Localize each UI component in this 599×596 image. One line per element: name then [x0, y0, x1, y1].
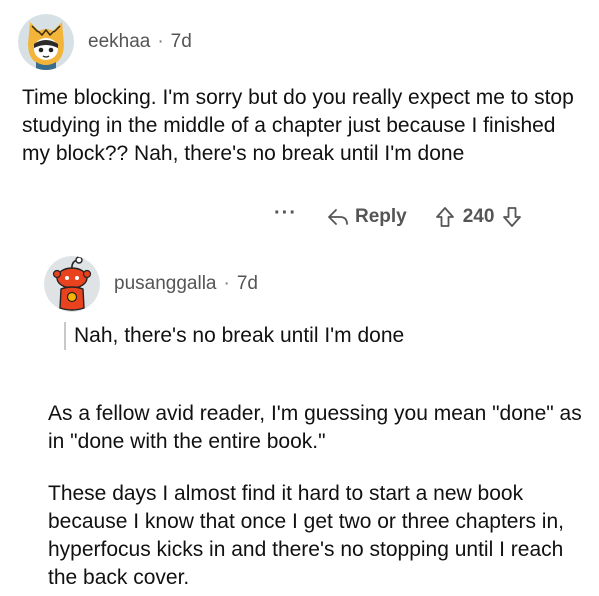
upvote-arrow-icon[interactable]	[435, 206, 455, 228]
more-options-button[interactable]: ···	[274, 203, 297, 226]
vote-controls: 240	[435, 206, 523, 228]
downvote-arrow-icon[interactable]	[502, 206, 522, 228]
reply-button[interactable]: Reply	[327, 206, 407, 228]
reply-comment-header: pusanggalla · 7d	[44, 256, 258, 312]
reply-arrow-icon	[327, 208, 349, 226]
reply-paragraph: As a fellow avid reader, I'm guessing yo…	[48, 402, 582, 453]
reply-username[interactable]: pusanggalla	[114, 273, 216, 295]
parent-comment-body: Time blocking. I'm sorry but do you real…	[22, 86, 574, 165]
parent-comment-header: eekhaa · 7d	[18, 14, 192, 70]
meta-separator: ·	[223, 273, 230, 294]
reply-paragraph: These days I almost find it hard to star…	[48, 482, 564, 589]
vote-score: 240	[462, 206, 495, 227]
comment-action-bar: ··· Reply 240	[274, 202, 522, 232]
red-snoo-avatar[interactable]	[44, 256, 100, 312]
parent-comment-age: 7d	[170, 31, 192, 52]
reply-label: Reply	[354, 206, 407, 227]
quoted-text: Nah, there's no break until I'm done	[64, 322, 404, 350]
parent-username[interactable]: eekhaa	[88, 31, 150, 53]
meta-separator: ·	[157, 31, 164, 52]
cat-hood-avatar[interactable]	[18, 14, 74, 70]
reply-comment-age: 7d	[236, 273, 258, 294]
